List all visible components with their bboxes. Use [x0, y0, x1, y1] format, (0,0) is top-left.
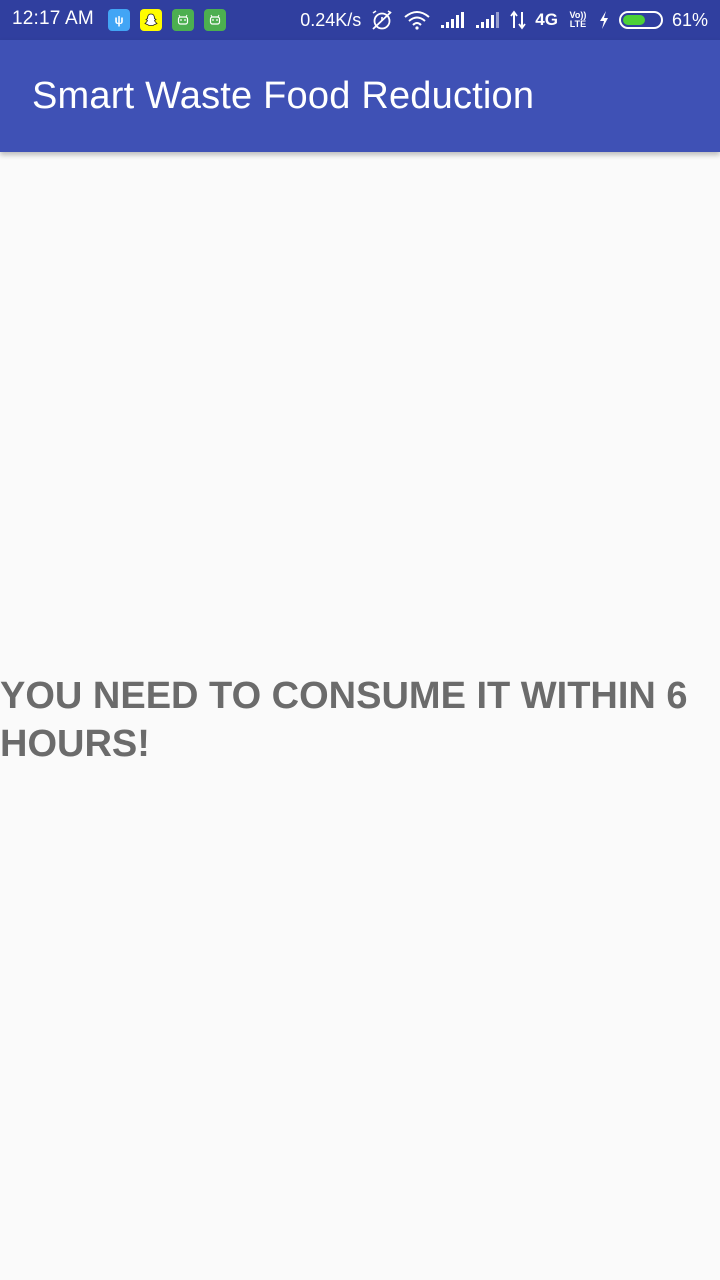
- main-content: YOU NEED TO CONSUME IT WITHIN 6 HOURS!: [0, 152, 720, 1280]
- notification-icons: ψ: [108, 9, 226, 31]
- app-bar: Smart Waste Food Reduction: [0, 40, 720, 152]
- app-title: Smart Waste Food Reduction: [32, 75, 535, 117]
- volte-bottom-label: LTE: [569, 19, 587, 29]
- signal-strength-icon: [440, 11, 466, 29]
- battery-percentage: 61%: [671, 9, 708, 30]
- volte-icon: Vo)) LTE: [567, 11, 589, 29]
- data-arrows-icon: [510, 10, 527, 30]
- consume-warning-message: YOU NEED TO CONSUME IT WITHIN 6 HOURS!: [0, 675, 688, 765]
- status-indicators: 0.24K/s 4G Vo)) LTE 61%: [300, 0, 708, 40]
- battery-level-fill: [622, 15, 645, 25]
- signal-strength-icon: [475, 11, 501, 29]
- android-icon: [204, 9, 226, 31]
- status-time: 12:17 AM: [12, 8, 94, 29]
- usb-icon: ψ: [108, 9, 130, 31]
- alarm-off-icon: [370, 9, 394, 31]
- status-bar: 12:17 AM ψ 0.24K/s 4G Vo)) LTE 61%: [0, 0, 720, 40]
- wifi-icon: [403, 10, 431, 30]
- snapchat-icon: [140, 9, 162, 31]
- network-type: 4G: [535, 10, 558, 29]
- network-speed: 0.24K/s: [300, 9, 362, 30]
- battery-icon: [618, 11, 663, 29]
- charging-icon: [598, 10, 610, 30]
- android-icon: [172, 9, 194, 31]
